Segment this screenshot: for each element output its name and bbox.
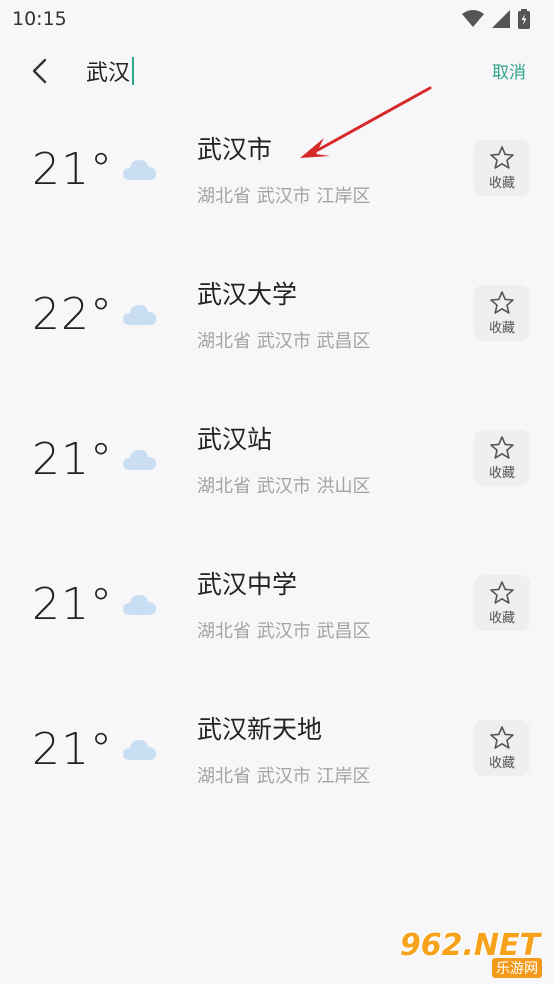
favorite-label: 收藏 bbox=[488, 756, 515, 771]
result-item-wuhan-middle-school[interactable]: 21° 武汉中学 湖北省 武汉市 武昌区 收藏 bbox=[0, 531, 554, 676]
favorite-label: 收藏 bbox=[488, 176, 515, 191]
watermark-logo: 962.NET 乐游网 bbox=[400, 928, 546, 978]
place-name: 武汉站 bbox=[197, 425, 273, 454]
star-icon bbox=[490, 726, 514, 749]
weather-city-search-screen: 10:15 武汉 取消 21° 武汉市 湖北省 武汉市 江岸区 收藏 22° 武… bbox=[0, 0, 554, 984]
star-icon bbox=[490, 146, 514, 169]
back-button[interactable] bbox=[22, 52, 56, 90]
result-item-wuhan-university[interactable]: 22° 武汉大学 湖北省 武汉市 武昌区 收藏 bbox=[0, 241, 554, 386]
result-item-wuhan-xintiandi[interactable]: 21° 武汉新天地 湖北省 武汉市 江岸区 收藏 bbox=[0, 676, 554, 821]
text-cursor bbox=[132, 57, 135, 85]
status-icons bbox=[462, 9, 530, 29]
wifi-icon bbox=[462, 10, 484, 27]
search-header: 武汉 取消 bbox=[0, 44, 554, 98]
cloud-icon bbox=[123, 305, 156, 325]
temperature: 21° bbox=[32, 579, 113, 630]
cloud-icon bbox=[123, 450, 156, 470]
search-results-list: 21° 武汉市 湖北省 武汉市 江岸区 收藏 22° 武汉大学 湖北省 武汉市 … bbox=[0, 96, 554, 821]
red-pointer-arrow-icon bbox=[300, 86, 432, 158]
favorite-label: 收藏 bbox=[488, 611, 515, 626]
place-location: 湖北省 武汉市 洪山区 bbox=[197, 476, 371, 497]
favorite-button[interactable]: 收藏 bbox=[474, 430, 530, 486]
status-time: 10:15 bbox=[12, 8, 67, 30]
cloud-icon bbox=[123, 740, 156, 760]
favorite-button[interactable]: 收藏 bbox=[474, 575, 530, 631]
star-icon bbox=[490, 581, 514, 604]
favorite-button[interactable]: 收藏 bbox=[474, 720, 530, 776]
cloud-icon bbox=[123, 160, 156, 180]
favorite-label: 收藏 bbox=[488, 321, 515, 336]
favorite-button[interactable]: 收藏 bbox=[474, 285, 530, 341]
place-location: 湖北省 武汉市 武昌区 bbox=[197, 621, 371, 642]
search-query-text: 武汉 bbox=[86, 61, 131, 86]
place-location: 湖北省 武汉市 武昌区 bbox=[197, 331, 371, 352]
place-location: 湖北省 武汉市 江岸区 bbox=[197, 186, 371, 207]
place-name: 武汉中学 bbox=[197, 570, 298, 599]
temperature: 21° bbox=[32, 434, 113, 485]
result-item-wuhan-city[interactable]: 21° 武汉市 湖北省 武汉市 江岸区 收藏 bbox=[0, 96, 554, 241]
temperature: 22° bbox=[32, 289, 113, 340]
temperature: 21° bbox=[32, 724, 113, 775]
watermark-sub-text: 乐游网 bbox=[492, 958, 542, 978]
signal-icon bbox=[492, 10, 510, 28]
star-icon bbox=[490, 436, 514, 459]
temperature: 21° bbox=[32, 144, 113, 195]
place-name: 武汉大学 bbox=[197, 280, 298, 309]
star-icon bbox=[490, 291, 514, 314]
battery-icon bbox=[518, 9, 530, 29]
place-name: 武汉新天地 bbox=[197, 715, 323, 744]
place-location: 湖北省 武汉市 江岸区 bbox=[197, 766, 371, 787]
status-bar: 10:15 bbox=[0, 0, 554, 40]
favorite-button[interactable]: 收藏 bbox=[474, 140, 530, 196]
cancel-button[interactable]: 取消 bbox=[492, 58, 526, 83]
back-arrow-icon bbox=[32, 58, 47, 84]
cloud-icon bbox=[123, 595, 156, 615]
result-item-wuhan-station[interactable]: 21° 武汉站 湖北省 武汉市 洪山区 收藏 bbox=[0, 386, 554, 531]
place-name: 武汉市 bbox=[197, 135, 273, 164]
favorite-label: 收藏 bbox=[488, 466, 515, 481]
